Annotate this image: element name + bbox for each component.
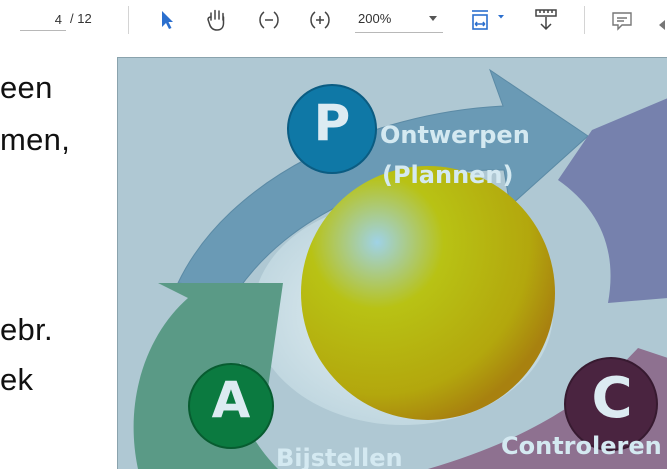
document-page: een men, ebr. ek P A C Ontwerpen (Planne…: [0, 44, 667, 469]
badge-letter-p: P: [313, 94, 351, 152]
label-bijstellen: Bijstellen: [276, 444, 403, 469]
label-controleren: Controleren: [501, 432, 662, 460]
more-tools-icon[interactable]: [655, 18, 667, 32]
fit-page-icon[interactable]: [468, 8, 510, 34]
badge-letter-a: A: [211, 371, 251, 429]
scroll-mode-icon[interactable]: [531, 4, 561, 36]
zoom-value: 200%: [358, 11, 392, 26]
page-number-input[interactable]: [20, 8, 66, 31]
label-ontwerpen: Ontwerpen: [380, 121, 530, 149]
zoom-dropdown-icon: [429, 16, 437, 21]
label-plannen: (Plannen): [382, 161, 514, 189]
document-text-line: ebr.: [0, 312, 53, 347]
pdca-cycle-figure: P A C Ontwerpen (Plannen) Bijstellen Con…: [117, 57, 667, 469]
zoom-in-icon[interactable]: [307, 7, 333, 33]
comment-icon[interactable]: [609, 9, 635, 33]
hand-tool-icon[interactable]: [202, 6, 232, 34]
center-sphere: [301, 166, 555, 420]
select-pointer-icon[interactable]: [156, 8, 178, 32]
document-text-line: een: [0, 70, 53, 105]
toolbar-separator: [584, 6, 585, 34]
pdf-toolbar: / 12 200%: [0, 0, 667, 44]
zoom-select[interactable]: 200%: [355, 8, 443, 33]
page-total-label: / 12: [70, 11, 92, 26]
document-text-line: men,: [0, 122, 71, 157]
zoom-out-icon[interactable]: [256, 7, 282, 33]
toolbar-separator: [128, 6, 129, 34]
badge-letter-c: C: [591, 366, 633, 431]
document-text-line: ek: [0, 362, 34, 397]
